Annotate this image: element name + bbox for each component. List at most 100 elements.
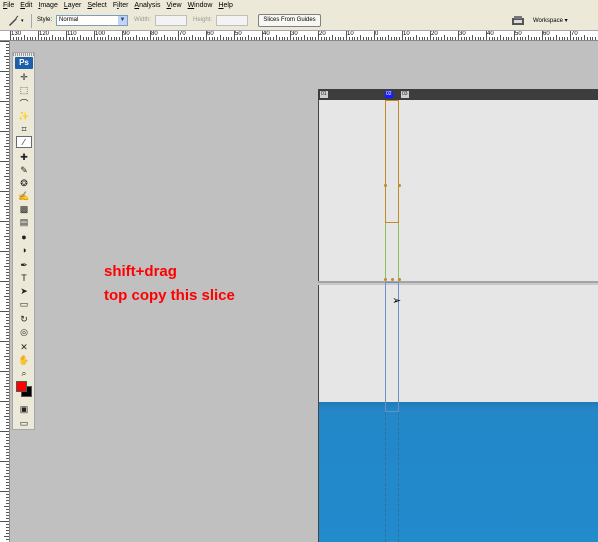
menu-file[interactable]: File bbox=[3, 0, 17, 11]
ruler-tick bbox=[6, 497, 9, 498]
ruler-tick bbox=[472, 35, 473, 40]
ruler-tick bbox=[4, 266, 9, 267]
ruler-tick bbox=[444, 35, 445, 40]
stamp-icon[interactable]: ❂ bbox=[16, 177, 32, 189]
ruler-tick bbox=[166, 37, 168, 40]
ruler-tick bbox=[6, 383, 9, 384]
ruler-tick bbox=[150, 31, 151, 40]
ruler-tick bbox=[155, 37, 157, 40]
foreground-color-swatch[interactable] bbox=[16, 381, 27, 392]
screen-mode-icon[interactable]: ▭ bbox=[16, 417, 32, 429]
ruler-tick bbox=[6, 500, 9, 501]
dropdown-arrow-icon: ▾ bbox=[21, 17, 24, 24]
menu-window[interactable]: Window bbox=[188, 0, 216, 11]
ruler-tick bbox=[6, 539, 9, 540]
dodge-icon[interactable]: ◑ bbox=[16, 244, 32, 256]
zoom-icon[interactable]: ⌕ bbox=[16, 367, 32, 379]
menu-filter[interactable]: Filter bbox=[113, 0, 132, 11]
ruler-tick bbox=[511, 37, 513, 40]
width-label: Width: bbox=[134, 17, 152, 23]
ruler-tick bbox=[539, 37, 541, 40]
type-icon[interactable]: T bbox=[16, 272, 32, 284]
ruler-tick bbox=[281, 37, 283, 40]
document-canvas[interactable]: 01 02 03 ➢ bbox=[318, 89, 598, 542]
brush-icon[interactable]: ✎ bbox=[16, 164, 32, 176]
height-field[interactable] bbox=[216, 15, 248, 26]
quick-mask-icon[interactable]: ▣ bbox=[16, 403, 32, 415]
ruler-tick bbox=[234, 31, 235, 40]
ruler-tick bbox=[547, 37, 549, 40]
slice-badge-02[interactable]: 02 bbox=[385, 91, 393, 98]
ruler-tick bbox=[6, 224, 9, 225]
slice-badge-03[interactable]: 03 bbox=[401, 91, 409, 98]
eyedropper-icon[interactable]: ✕ bbox=[16, 341, 32, 353]
3d-orbit-icon[interactable]: ◎ bbox=[16, 326, 32, 338]
menu-image[interactable]: Image bbox=[38, 0, 60, 11]
ruler-tick bbox=[460, 37, 462, 40]
ruler-tick bbox=[312, 37, 314, 40]
slice-handle[interactable] bbox=[398, 184, 401, 187]
ruler-tick bbox=[6, 302, 9, 303]
tool-preset-picker[interactable]: ▾ bbox=[6, 14, 28, 27]
slice-icon[interactable]: ∕ bbox=[16, 136, 32, 148]
toolbox-grip[interactable] bbox=[13, 53, 34, 56]
menu-edit[interactable]: Edit bbox=[20, 0, 35, 11]
move-icon[interactable]: ✛ bbox=[16, 71, 32, 83]
ruler-tick bbox=[6, 269, 9, 270]
hand-icon[interactable]: ✋ bbox=[16, 354, 32, 366]
menu-layer[interactable]: Layer bbox=[64, 0, 85, 11]
3d-rotate-icon[interactable]: ↻ bbox=[16, 313, 32, 325]
slice-selected[interactable] bbox=[385, 100, 399, 223]
menu-help[interactable]: Help bbox=[218, 0, 235, 11]
menu-analysis[interactable]: Analysis bbox=[134, 0, 163, 11]
ruler-tick bbox=[6, 485, 9, 486]
menu-select[interactable]: Select bbox=[87, 0, 109, 11]
lasso-icon[interactable]: ⌒ bbox=[16, 97, 32, 109]
ruler-tick bbox=[6, 362, 9, 363]
blur-icon[interactable]: ● bbox=[16, 231, 32, 243]
workspace-icon[interactable] bbox=[511, 15, 525, 26]
ruler-tick bbox=[368, 37, 370, 40]
ruler-tick bbox=[158, 37, 160, 40]
path-select-icon[interactable]: ➤ bbox=[16, 285, 32, 297]
eraser-icon[interactable]: ▩ bbox=[16, 203, 32, 215]
ruler-tick bbox=[6, 314, 9, 315]
ruler-tick bbox=[6, 113, 9, 114]
magic-wand-icon[interactable]: ✨ bbox=[16, 110, 32, 122]
ruler-tick bbox=[4, 116, 9, 117]
ruler-tick bbox=[6, 203, 9, 204]
ruler-tick bbox=[6, 443, 9, 444]
ruler-tick bbox=[6, 182, 9, 183]
menu-view[interactable]: View bbox=[167, 0, 185, 11]
slice-handle[interactable] bbox=[384, 278, 387, 281]
shape-icon[interactable]: ▭ bbox=[16, 298, 32, 310]
width-field[interactable] bbox=[155, 15, 187, 26]
ruler-tick bbox=[6, 74, 9, 75]
style-select[interactable]: Normal ▼ bbox=[56, 15, 128, 26]
ruler-tick bbox=[6, 92, 9, 93]
history-brush-icon[interactable]: ✍ bbox=[16, 190, 32, 202]
slices-from-guides-button[interactable]: Slices From Guides bbox=[258, 14, 321, 27]
gradient-icon[interactable]: ▤ bbox=[16, 216, 32, 228]
slice-handle[interactable] bbox=[391, 278, 394, 281]
slice-handle[interactable] bbox=[398, 278, 401, 281]
ruler-tick bbox=[6, 44, 9, 45]
ruler-tick bbox=[136, 35, 137, 40]
slice-badge-01[interactable]: 01 bbox=[320, 91, 328, 98]
ruler-tick bbox=[203, 37, 205, 40]
photoshop-window: File Edit Image Layer Select Filter Anal… bbox=[0, 0, 598, 542]
ruler-tick bbox=[35, 37, 37, 40]
ruler-tick bbox=[6, 452, 9, 453]
ruler-tick bbox=[172, 37, 174, 40]
ruler-tick bbox=[550, 37, 552, 40]
ruler-tick bbox=[6, 50, 9, 51]
healing-icon[interactable]: ✚ bbox=[16, 151, 32, 163]
slice-handle[interactable] bbox=[384, 184, 387, 187]
slice-auto[interactable] bbox=[385, 223, 399, 281]
ruler-tick bbox=[388, 35, 389, 40]
crop-icon[interactable]: ⌗ bbox=[16, 123, 32, 135]
ruler-tick bbox=[32, 37, 34, 40]
marquee-icon[interactable]: ⬚ bbox=[16, 84, 32, 96]
workspace-menu[interactable]: Workspace ▾ bbox=[533, 17, 568, 24]
pen-icon[interactable]: ✒ bbox=[16, 259, 32, 271]
